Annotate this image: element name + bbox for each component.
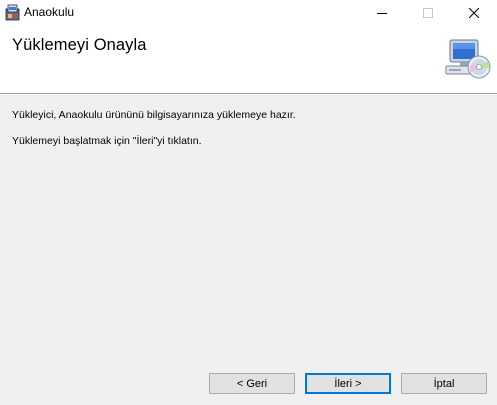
page-title: Yüklemeyi Onayla: [12, 36, 147, 54]
back-button[interactable]: < Geri: [209, 373, 295, 394]
instruction-message: Yüklemeyi başlatmak için "İleri"yi tıkla…: [12, 135, 202, 147]
close-button[interactable]: [451, 0, 497, 26]
header-divider-highlight: [0, 94, 497, 95]
computer-with-disc-icon: [445, 39, 491, 79]
installer-app-icon: [5, 4, 20, 21]
maximize-button: [405, 0, 451, 26]
minimize-icon: [377, 13, 387, 14]
minimize-button[interactable]: [359, 0, 405, 26]
title-bar[interactable]: Anaokulu: [0, 0, 497, 26]
maximize-icon: [423, 8, 433, 18]
window-title: Anaokulu: [24, 5, 75, 19]
ready-message: Yükleyici, Anaokulu ürününü bilgisayarın…: [12, 109, 296, 121]
next-button[interactable]: İleri >: [305, 373, 391, 394]
header-banner: Yüklemeyi Onayla: [0, 26, 497, 93]
cancel-button[interactable]: İptal: [401, 373, 487, 394]
close-icon: [469, 8, 479, 18]
